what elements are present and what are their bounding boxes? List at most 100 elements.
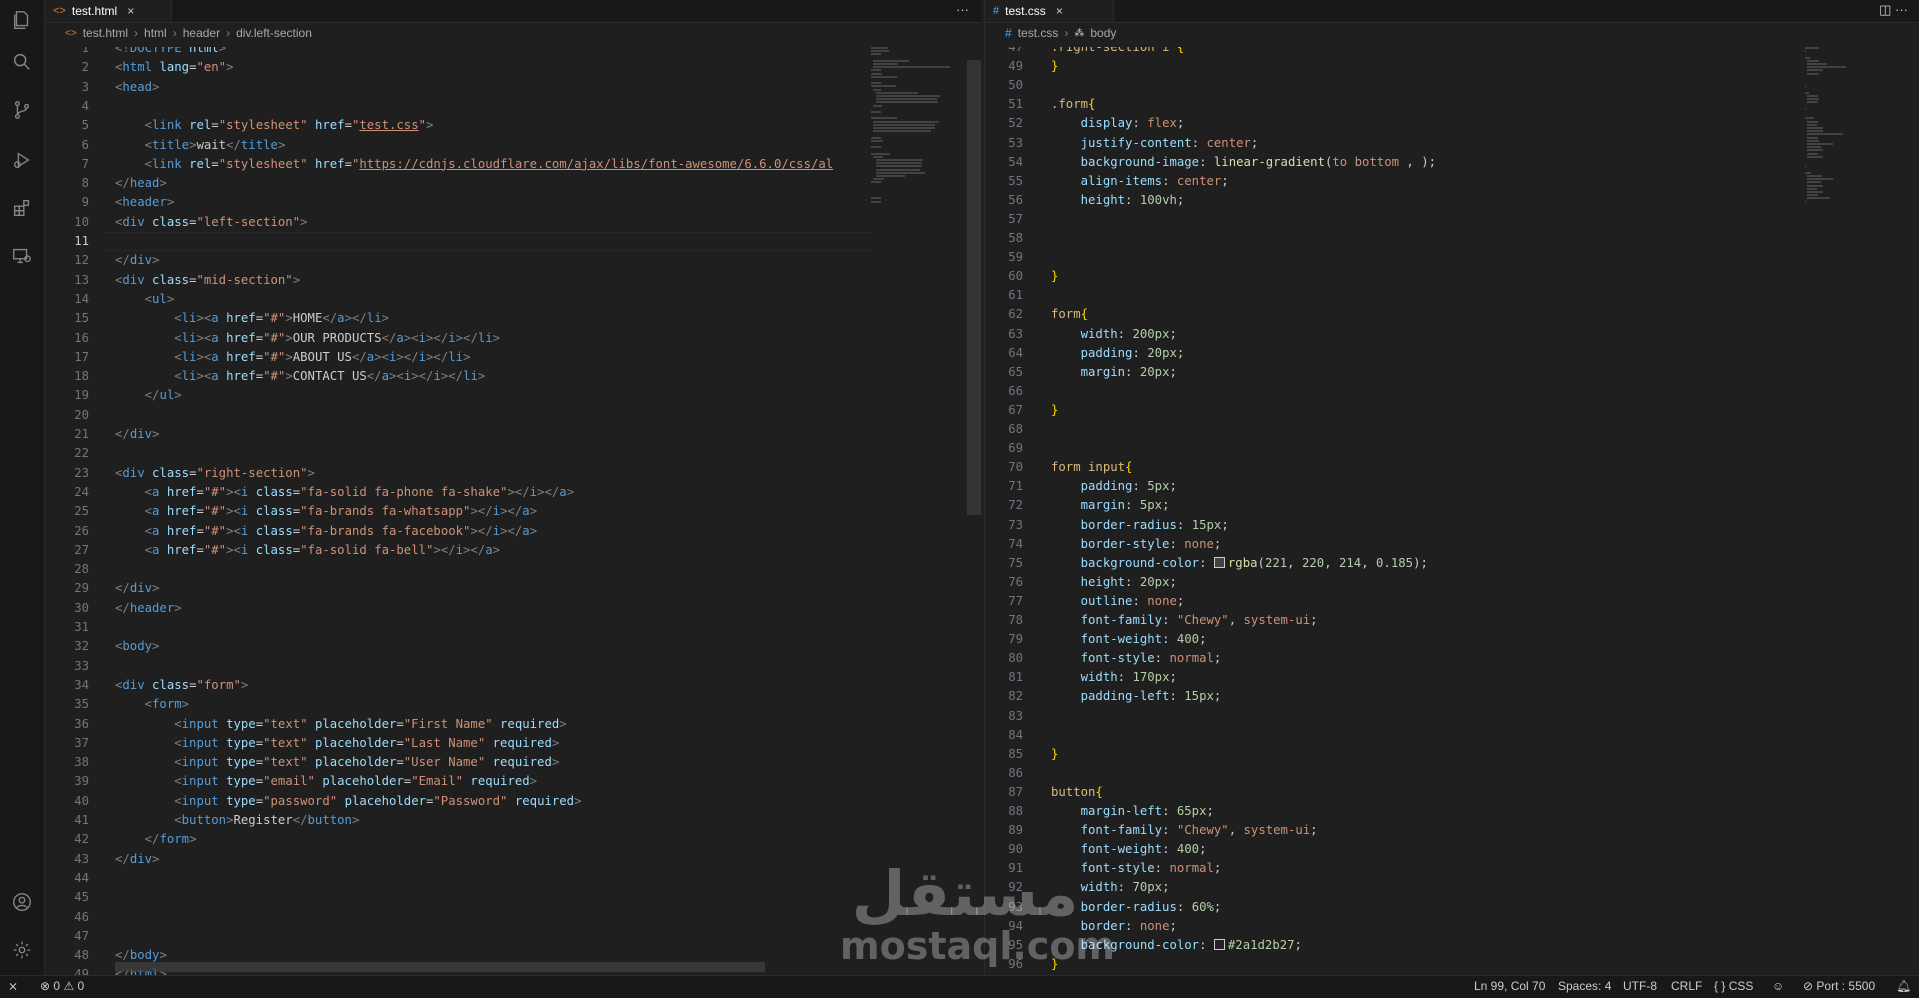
code-line[interactable]: 58 bbox=[985, 229, 1919, 248]
code-line[interactable]: 79 font-weight: 400; bbox=[985, 630, 1919, 649]
remote-explorer-icon[interactable] bbox=[10, 244, 34, 268]
code-line[interactable]: 51 .form{ bbox=[985, 95, 1919, 114]
code-line[interactable]: 25 <a href="#"><i class="fa-brands fa-wh… bbox=[45, 502, 981, 521]
code-line[interactable]: 27 <a href="#"><i class="fa-solid fa-bel… bbox=[45, 541, 981, 560]
code-line[interactable]: 33 bbox=[45, 657, 981, 676]
code-line[interactable]: 30 </header> bbox=[45, 599, 981, 618]
minimap[interactable] bbox=[871, 47, 961, 975]
breadcrumb-div[interactable]: div.left-section bbox=[236, 26, 312, 40]
code-line[interactable]: 9 <header> bbox=[45, 193, 981, 212]
code-line[interactable]: 56 height: 100vh; bbox=[985, 191, 1919, 210]
code-line[interactable]: 90 font-weight: 400; bbox=[985, 840, 1919, 859]
tab-test-html[interactable]: <> test.html × bbox=[45, 0, 172, 22]
code-line[interactable]: 86 bbox=[985, 764, 1919, 783]
code-line[interactable]: 73 border-radius: 15px; bbox=[985, 516, 1919, 535]
code-line[interactable]: 59 bbox=[985, 248, 1919, 267]
vertical-scrollbar[interactable] bbox=[967, 60, 981, 515]
code-line[interactable]: 6 <title>wait</title> bbox=[45, 136, 981, 155]
code-line[interactable]: 64 padding: 20px; bbox=[985, 344, 1919, 363]
css-code-area[interactable]: 47 .right-section i {49} 50 51 .form{52 disp… bbox=[985, 47, 1919, 975]
end-of-line[interactable]: CRLF bbox=[1671, 979, 1702, 993]
tab-test-css[interactable]: # test.css × bbox=[985, 0, 1114, 22]
code-line[interactable]: 78 font-family: "Chewy", system-ui; bbox=[985, 611, 1919, 630]
code-line[interactable]: 93 border-radius: 60%; bbox=[985, 898, 1919, 917]
code-line[interactable]: 21 </div> bbox=[45, 425, 981, 444]
html-code-area[interactable]: 1 <!DOCTYPE html> 2 <html lang="en"> 3 <head>… bbox=[45, 47, 981, 975]
code-line[interactable]: 5 <link rel="stylesheet" href="test.css"… bbox=[45, 116, 981, 135]
code-line[interactable]: 18 <li><a href="#">CONTACT US</a><i></i>… bbox=[45, 367, 981, 386]
minimap[interactable] bbox=[1805, 47, 1895, 975]
code-line[interactable]: 32 <body> bbox=[45, 637, 981, 656]
code-line[interactable]: 85} bbox=[985, 745, 1919, 764]
code-line[interactable]: 34 <div class="form"> bbox=[45, 676, 981, 695]
settings-gear-icon[interactable] bbox=[10, 938, 34, 962]
account-icon[interactable] bbox=[10, 890, 34, 914]
code-line[interactable]: 31 bbox=[45, 618, 981, 637]
code-line[interactable]: 92 width: 70px; bbox=[985, 878, 1919, 897]
code-line[interactable]: 69 bbox=[985, 439, 1919, 458]
language-mode[interactable]: { } CSS bbox=[1714, 979, 1753, 993]
code-line[interactable]: 87 button{ bbox=[985, 783, 1919, 802]
code-line[interactable]: 15 <li><a href="#">HOME</a></li> bbox=[45, 309, 981, 328]
code-line[interactable]: 39 <input type="email" placeholder="Emai… bbox=[45, 772, 981, 791]
code-line[interactable]: 16 <li><a href="#">OUR PRODUCTS</a><i></… bbox=[45, 329, 981, 348]
remote-indicator-icon[interactable]: ⨯ bbox=[8, 979, 18, 993]
code-line[interactable]: 2 <html lang="en"> bbox=[45, 58, 981, 77]
code-line[interactable]: 84 bbox=[985, 726, 1919, 745]
code-line[interactable]: 80 font-style: normal; bbox=[985, 649, 1919, 668]
code-line[interactable]: 91 font-style: normal; bbox=[985, 859, 1919, 878]
code-line[interactable]: 74 border-style: none; bbox=[985, 535, 1919, 554]
code-line[interactable]: 81 width: 170px; bbox=[985, 668, 1919, 687]
code-line[interactable]: 8 </head> bbox=[45, 174, 981, 193]
code-line[interactable]: 3 <head> bbox=[45, 78, 981, 97]
code-line[interactable]: 47 .right-section i { bbox=[985, 47, 1919, 57]
problems-indicator[interactable]: ⊗ 0 ⚠ 0 bbox=[40, 979, 84, 993]
breadcrumb-body[interactable]: body bbox=[1090, 26, 1116, 40]
code-line[interactable]: 67} bbox=[985, 401, 1919, 420]
code-line[interactable]: 50 bbox=[985, 76, 1919, 95]
run-debug-icon[interactable] bbox=[10, 148, 34, 172]
breadcrumb-header[interactable]: header bbox=[183, 26, 220, 40]
code-line[interactable]: 94 border: none; bbox=[985, 917, 1919, 936]
code-line[interactable]: 65 margin: 20px; bbox=[985, 363, 1919, 382]
code-line[interactable]: 89 font-family: "Chewy", system-ui; bbox=[985, 821, 1919, 840]
live-server-port[interactable]: ⊘ Port : 5500 bbox=[1803, 979, 1875, 993]
code-line[interactable]: 41 <button>Register</button> bbox=[45, 811, 981, 830]
code-line[interactable]: 26 <a href="#"><i class="fa-brands fa-fa… bbox=[45, 522, 981, 541]
code-line[interactable]: 4 bbox=[45, 97, 981, 116]
code-line[interactable]: 76 height: 20px; bbox=[985, 573, 1919, 592]
search-icon[interactable] bbox=[10, 50, 34, 74]
code-line[interactable]: 68 bbox=[985, 420, 1919, 439]
code-line[interactable]: 54 background-image: linear-gradient(to … bbox=[985, 153, 1919, 172]
breadcrumb-file[interactable]: test.css bbox=[1018, 26, 1059, 40]
code-line[interactable]: 83 bbox=[985, 707, 1919, 726]
copilot-icon[interactable]: ☺ bbox=[1772, 979, 1784, 993]
source-control-icon[interactable] bbox=[10, 98, 34, 122]
code-line[interactable]: 75 background-color: rgba(221, 220, 214,… bbox=[985, 554, 1919, 573]
code-line[interactable]: 10 <div class="left-section"> bbox=[45, 213, 981, 232]
code-line[interactable]: 55 align-items: center; bbox=[985, 172, 1919, 191]
code-line[interactable]: 17 <li><a href="#">ABOUT US</a><i></i></… bbox=[45, 348, 981, 367]
split-editor-icon[interactable]: ◫ ··· bbox=[1879, 2, 1908, 18]
code-line[interactable]: 36 <input type="text" placeholder="First… bbox=[45, 715, 981, 734]
code-line[interactable]: 52 display: flex; bbox=[985, 114, 1919, 133]
code-line[interactable]: 11 bbox=[45, 232, 981, 251]
code-line[interactable]: 60} bbox=[985, 267, 1919, 286]
explorer-icon[interactable] bbox=[10, 8, 34, 32]
code-line[interactable]: 42 </form> bbox=[45, 830, 981, 849]
code-line[interactable]: 95 background-color: #2a1d2b27; bbox=[985, 936, 1919, 955]
code-line[interactable]: 57 bbox=[985, 210, 1919, 229]
code-line[interactable]: 22 bbox=[45, 444, 981, 463]
code-line[interactable]: 63 width: 200px; bbox=[985, 325, 1919, 344]
code-line[interactable]: 14 <ul> bbox=[45, 290, 981, 309]
code-line[interactable]: 62 form{ bbox=[985, 305, 1919, 324]
code-line[interactable]: 13 <div class="mid-section"> bbox=[45, 271, 981, 290]
code-line[interactable]: 96} bbox=[985, 955, 1919, 974]
code-line[interactable]: 82 padding-left: 15px; bbox=[985, 687, 1919, 706]
code-line[interactable]: 88 margin-left: 65px; bbox=[985, 802, 1919, 821]
code-line[interactable]: 28 bbox=[45, 560, 981, 579]
horizontal-scrollbar[interactable] bbox=[115, 962, 765, 972]
code-line[interactable]: 29 </div> bbox=[45, 579, 981, 598]
close-icon[interactable]: × bbox=[127, 4, 134, 18]
code-line[interactable]: 71 padding: 5px; bbox=[985, 477, 1919, 496]
